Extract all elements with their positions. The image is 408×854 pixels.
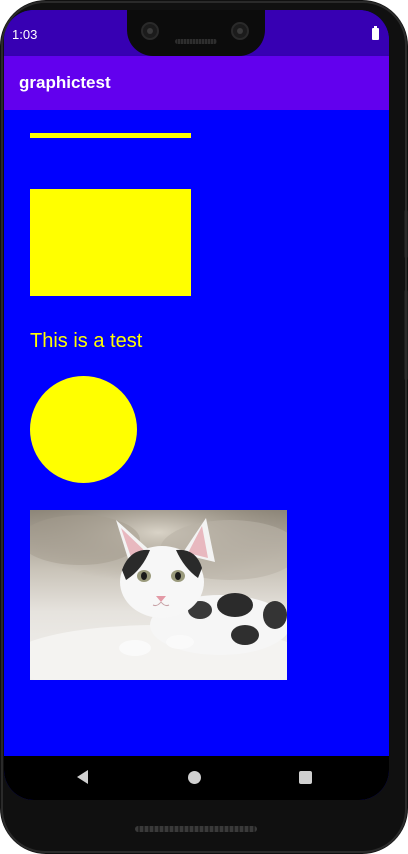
navigation-bar — [4, 756, 389, 800]
recents-icon[interactable] — [299, 771, 312, 784]
drawing-canvas: This is a test — [4, 110, 389, 756]
front-camera-icon — [141, 22, 159, 40]
phone-frame: 1:03 graphictest This is a test — [0, 0, 408, 854]
power-button — [404, 210, 408, 258]
app-bar: graphictest — [4, 56, 389, 110]
app-title: graphictest — [19, 73, 111, 92]
bottom-speaker — [135, 826, 257, 832]
volume-button — [404, 290, 408, 380]
battery-icon — [372, 26, 379, 40]
home-icon[interactable] — [188, 771, 201, 784]
kitten-image — [30, 510, 287, 680]
yellow-rectangle — [30, 189, 191, 296]
camera-notch — [127, 10, 265, 56]
back-icon[interactable] — [77, 770, 88, 784]
earpiece-speaker — [175, 39, 217, 44]
screen: 1:03 graphictest This is a test — [4, 10, 389, 800]
canvas-text: This is a test — [30, 330, 143, 352]
front-camera-icon — [231, 22, 249, 40]
status-time: 1:03 — [12, 27, 38, 42]
yellow-circle — [30, 376, 137, 483]
yellow-line — [30, 133, 191, 138]
